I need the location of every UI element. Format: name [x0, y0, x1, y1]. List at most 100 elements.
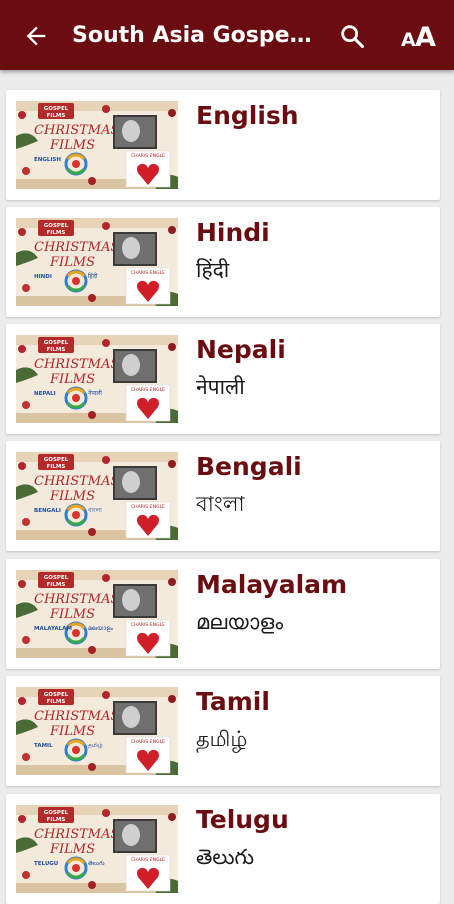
- thumbnail: GOSPEL FILMS CHRISTMAS FILMS CHARIS ENGLE ENG…: [16, 101, 178, 189]
- ornament: [22, 401, 30, 409]
- language-card-telugu[interactable]: GOSPEL FILMS CHRISTMAS FILMS CHARIS ENGLE TEL…: [6, 794, 440, 904]
- thumbnail-heading-line-1: CHRISTMAS: [34, 827, 119, 842]
- thumbnail-language: BENGALI: [34, 508, 61, 514]
- language-name: Nepali: [196, 335, 286, 364]
- language-native-name: नेपाली: [196, 375, 245, 399]
- thumbnail-language-native: বাংলা: [87, 507, 102, 514]
- thumbnail-heading-line-1: CHRISTMAS: [34, 592, 119, 607]
- side-card-label: CHARIS ENGLE: [131, 857, 165, 863]
- ornament: [102, 691, 110, 699]
- side-card-label: CHARIS ENGLE: [131, 622, 165, 628]
- thumbnail: GOSPEL FILMS CHRISTMAS FILMS CHARIS ENGLE BEN…: [16, 452, 178, 540]
- thumbnail-heading-line-2: FILMS: [49, 607, 95, 622]
- thumbnail-heading-line-2: FILMS: [49, 724, 95, 739]
- badge-line-1: GOSPEL: [44, 340, 69, 346]
- page-title: South Asia Gospel...: [72, 23, 312, 48]
- thumbnail-language-native: हिंदी: [88, 272, 98, 280]
- ornament: [88, 646, 96, 654]
- ornament: [18, 580, 26, 588]
- ornament: [22, 636, 30, 644]
- logo-center: [72, 511, 80, 519]
- badge-line-2: FILMS: [47, 817, 66, 823]
- thumbnail-image: GOSPELFILMSCHRISTMASFILMSCHARIS ENGLETEL…: [16, 805, 178, 893]
- language-card-nepali[interactable]: GOSPEL FILMS CHRISTMAS FILMS CHARIS ENGLE NEP…: [6, 324, 440, 434]
- film-photo-figure: [122, 354, 140, 376]
- badge-line-1: GOSPEL: [44, 692, 69, 698]
- thumbnail-heading-line-2: FILMS: [49, 138, 95, 153]
- thumbnail-language: TAMIL: [34, 743, 53, 749]
- ornament: [18, 228, 26, 236]
- badge-line-1: GOSPEL: [44, 810, 69, 816]
- ornament: [88, 881, 96, 889]
- language-name: Tamil: [196, 687, 270, 716]
- language-card-english[interactable]: GOSPEL FILMS CHRISTMAS FILMS CHARIS ENGLE ENG…: [6, 90, 440, 200]
- thumbnail-heading-line-2: FILMS: [49, 489, 95, 504]
- badge-line-1: GOSPEL: [44, 106, 69, 112]
- language-card-hindi[interactable]: GOSPEL FILMS CHRISTMAS FILMS CHARIS ENGLE HIN…: [6, 207, 440, 317]
- thumbnail-image: GOSPELFILMSCHRISTMASFILMSCHARIS ENGLETAM…: [16, 687, 178, 775]
- badge-line-2: FILMS: [47, 347, 66, 353]
- film-photo-figure: [122, 824, 140, 846]
- svg-text:A: A: [401, 29, 416, 51]
- side-card-label: CHARIS ENGLE: [131, 504, 165, 510]
- language-name: Hindi: [196, 218, 270, 247]
- language-list: GOSPEL FILMS CHRISTMAS FILMS CHARIS ENGLE ENG…: [0, 70, 454, 904]
- thumbnail-language-native: नेपाली: [88, 389, 102, 397]
- thumbnail: GOSPEL FILMS CHRISTMAS FILMS CHARIS ENGLE MAL…: [16, 570, 178, 658]
- thumbnail-language: MALAYALAM: [34, 626, 72, 632]
- ornament: [22, 753, 30, 761]
- ornament: [102, 574, 110, 582]
- ornament: [18, 462, 26, 470]
- ornament: [168, 695, 176, 703]
- language-native-name: हिंदी: [196, 258, 230, 282]
- svg-text:A: A: [415, 22, 436, 52]
- thumbnail-heading-line-2: FILMS: [49, 255, 95, 270]
- ornament: [88, 763, 96, 771]
- ornament: [18, 111, 26, 119]
- thumbnail: GOSPEL FILMS CHRISTMAS FILMS CHARIS ENGLE TEL…: [16, 805, 178, 893]
- ornament: [102, 105, 110, 113]
- thumbnail-image: GOSPELFILMSCHRISTMASFILMSCHARIS ENGLEENG…: [16, 101, 178, 189]
- logo-center: [72, 277, 80, 285]
- ornament: [88, 177, 96, 185]
- ornament: [22, 871, 30, 879]
- film-photo-figure: [122, 589, 140, 611]
- badge-line-1: GOSPEL: [44, 457, 69, 463]
- ornament: [88, 294, 96, 302]
- ornament: [168, 460, 176, 468]
- film-photo-figure: [122, 706, 140, 728]
- badge-line-1: GOSPEL: [44, 575, 69, 581]
- thumbnail-image: GOSPELFILMSCHRISTMASFILMSCHARIS ENGLENEP…: [16, 335, 178, 423]
- thumbnail-heading-line-2: FILMS: [49, 842, 95, 857]
- language-native-name: [196, 138, 431, 168]
- language-name: Telugu: [196, 805, 289, 834]
- thumbnail-heading-line-2: FILMS: [49, 372, 95, 387]
- language-card-tamil[interactable]: GOSPEL FILMS CHRISTMAS FILMS CHARIS ENGLE TAM…: [6, 676, 440, 786]
- badge-line-2: FILMS: [47, 464, 66, 470]
- thumbnail-language: HINDI: [34, 274, 52, 280]
- ornament: [18, 697, 26, 705]
- badge-line-2: FILMS: [47, 113, 66, 119]
- ornament: [22, 167, 30, 175]
- logo-center: [72, 864, 80, 872]
- font-size-icon[interactable]: A A: [398, 20, 438, 52]
- logo-center: [72, 746, 80, 754]
- ornament: [18, 815, 26, 823]
- language-native-name: తెలుగు: [196, 845, 255, 869]
- thumbnail-heading-line-1: CHRISTMAS: [34, 240, 119, 255]
- thumbnail-language: TELUGU: [34, 861, 58, 867]
- ornament: [168, 109, 176, 117]
- ornament: [168, 813, 176, 821]
- thumbnail-language-native: తెలుగు: [88, 860, 105, 867]
- film-photo-figure: [122, 120, 140, 142]
- arrow-back-icon[interactable]: [22, 22, 50, 50]
- ornament: [22, 518, 30, 526]
- language-card-bengali[interactable]: GOSPEL FILMS CHRISTMAS FILMS CHARIS ENGLE BEN…: [6, 441, 440, 551]
- search-icon[interactable]: [338, 22, 366, 50]
- language-card-malayalam[interactable]: GOSPEL FILMS CHRISTMAS FILMS CHARIS ENGLE MAL…: [6, 559, 440, 669]
- thumbnail-image: GOSPELFILMSCHRISTMASFILMSCHARIS ENGLEBEN…: [16, 452, 178, 540]
- thumbnail-heading-line-1: CHRISTMAS: [34, 709, 119, 724]
- ornament: [168, 578, 176, 586]
- language-native-name: മലയാളം: [196, 610, 284, 634]
- logo-center: [72, 394, 80, 402]
